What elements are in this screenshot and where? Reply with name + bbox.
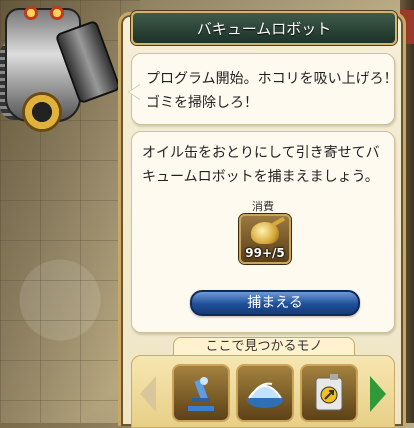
found-item-microscope[interactable] bbox=[172, 364, 230, 422]
bait-item-slot: 99+/5 bbox=[239, 214, 291, 264]
title-bar: バキュームロボット bbox=[131, 11, 397, 45]
speech-line-1: プログラム開始。ホコリを吸い上げろ！ bbox=[146, 71, 398, 87]
robot-eye-icon bbox=[24, 6, 38, 20]
next-arrow-icon[interactable] bbox=[370, 376, 386, 412]
microscope-icon bbox=[188, 377, 214, 411]
instruction-line-2: キュームロボットを捕まえましょう。 bbox=[142, 169, 379, 185]
found-items-label: ここで見つかるモノ bbox=[173, 337, 355, 357]
speech-line-2: ゴミを掃除しろ！ bbox=[146, 95, 258, 111]
robot-portrait bbox=[0, 0, 130, 155]
item-count: 99+/5 bbox=[245, 246, 285, 260]
robot-eye-icon bbox=[50, 6, 64, 20]
found-item-glass-dome[interactable] bbox=[236, 364, 294, 422]
creature-panel: バキュームロボット プログラム開始。ホコリを吸い上げろ！ ゴミを掃除しろ！ オイ… bbox=[118, 11, 406, 428]
speech-bubble: プログラム開始。ホコリを吸い上げろ！ ゴミを掃除しろ！ bbox=[128, 53, 398, 125]
oil-can-spout bbox=[270, 216, 286, 228]
consume-label: 消費 bbox=[252, 200, 274, 213]
fuel-canister-icon bbox=[315, 374, 343, 411]
found-item-fuel-canister[interactable] bbox=[300, 364, 358, 422]
robot-core-icon bbox=[22, 92, 62, 132]
found-items-strip bbox=[131, 355, 395, 428]
panel-title: バキュームロボット bbox=[196, 20, 332, 38]
glass-dome-icon bbox=[247, 382, 283, 408]
capture-button[interactable]: 捕まえる bbox=[190, 290, 360, 316]
instruction-box: オイル缶をおとりにして引き寄せてバ キュームロボットを捕まえましょう。 消費 9… bbox=[131, 131, 395, 333]
instruction-line-1: オイル缶をおとりにして引き寄せてバ bbox=[142, 145, 380, 161]
prev-arrow-icon[interactable] bbox=[140, 376, 156, 412]
